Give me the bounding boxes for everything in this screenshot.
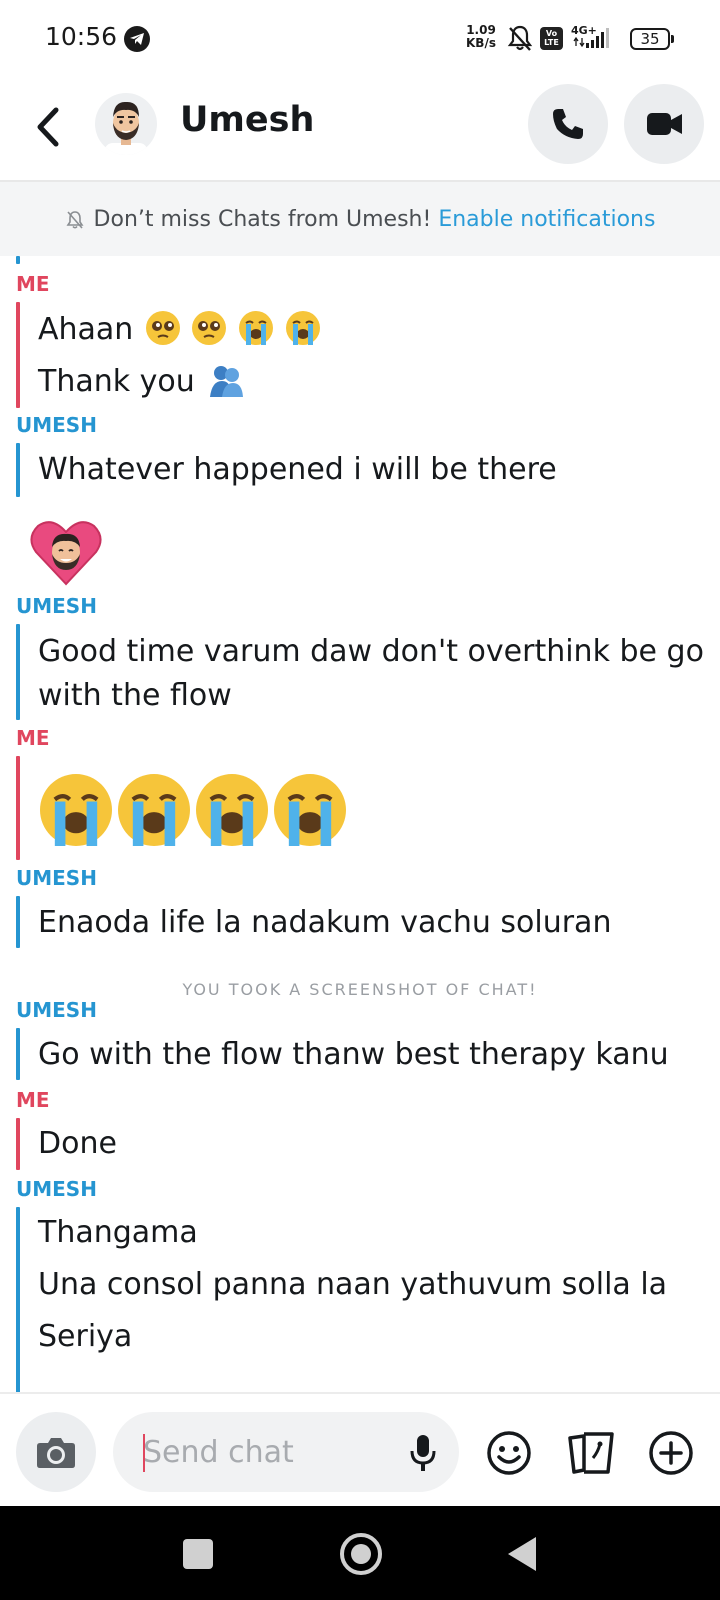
notification-banner: Don’t miss Chats from Umesh! Enable noti…	[0, 182, 720, 256]
crying-face-emoji	[196, 774, 268, 846]
message-bar	[16, 1118, 20, 1170]
emoji-button[interactable]	[486, 1430, 532, 1480]
video-call-button[interactable]	[624, 84, 704, 164]
notification-text: Don’t miss Chats from Umesh!	[93, 206, 432, 232]
cards-button[interactable]	[566, 1430, 616, 1480]
crying-face-emoji	[118, 774, 190, 846]
chat-message[interactable]: Done	[38, 1122, 117, 1166]
volte-icon: Vo LTE	[540, 27, 563, 50]
system-navigation-bar	[0, 1506, 720, 1600]
message-bar	[16, 256, 20, 264]
sender-label: UMESH	[16, 866, 97, 890]
chat-messages[interactable]: ME Ahaan Thank you UMESH Whatever happen…	[0, 256, 720, 1392]
signal-icon: 4G+	[571, 24, 621, 56]
camera-icon	[37, 1438, 75, 1468]
chat-message[interactable]: Thank you	[38, 360, 244, 410]
message-bar	[16, 443, 20, 497]
crying-face-emoji	[285, 311, 320, 345]
text-cursor	[143, 1434, 145, 1472]
sender-label: UMESH	[16, 413, 97, 437]
message-bar	[16, 1207, 20, 1392]
send-chat-input[interactable]	[113, 1412, 459, 1492]
chat-message[interactable]: Whatever happened i will be there	[38, 448, 557, 492]
pleading-face-emoji	[192, 311, 227, 345]
message-bar	[16, 756, 20, 860]
message-bar	[16, 302, 20, 408]
message-text: Good time varum daw don't overthink be g…	[38, 634, 704, 669]
message-bar	[16, 896, 20, 948]
bitmoji-heart-sticker[interactable]	[30, 518, 102, 586]
pleading-face-emoji	[145, 311, 180, 345]
message-text: Ahaan	[38, 312, 134, 347]
chat-message[interactable]: Una consol panna naan yathuvum solla la	[38, 1263, 667, 1307]
speed-value: 1.09	[466, 23, 496, 37]
cards-icon	[568, 1432, 614, 1474]
voice-call-button[interactable]	[528, 84, 608, 164]
home-button[interactable]	[340, 1533, 382, 1575]
microphone-icon	[410, 1435, 436, 1471]
status-bar: 10:56 1.09 KB/s Vo LTE 4G+ 35	[0, 0, 720, 78]
screenshot-notice: YOU TOOK A SCREENSHOT OF CHAT!	[182, 980, 538, 999]
network-type: 4G+	[571, 24, 597, 37]
crying-face-emoji	[274, 774, 346, 846]
telegram-icon	[124, 26, 150, 52]
sender-label: UMESH	[16, 1177, 97, 1201]
sender-label: ME	[16, 272, 50, 296]
chat-message[interactable]: Go with the flow thanw best therapy kanu	[38, 1033, 669, 1077]
back-nav-button[interactable]	[508, 1537, 536, 1571]
people-hugging-emoji	[208, 363, 244, 410]
message-text: with the flow	[38, 678, 232, 713]
bell-off-icon	[66, 211, 84, 229]
smiley-icon	[487, 1431, 531, 1475]
speed-unit: KB/s	[466, 36, 496, 50]
crying-face-emoji	[238, 311, 273, 345]
mute-icon	[506, 24, 534, 56]
back-button[interactable]	[30, 102, 70, 152]
back-arrow-icon	[37, 107, 59, 147]
chat-message[interactable]: Ahaan	[38, 308, 320, 352]
recent-apps-button[interactable]	[183, 1539, 213, 1569]
avatar[interactable]	[95, 93, 157, 155]
sender-label: ME	[16, 1088, 50, 1112]
more-button[interactable]	[648, 1430, 694, 1480]
sender-label: ME	[16, 726, 50, 750]
message-bar	[16, 624, 20, 720]
message-text: Thank you	[38, 364, 195, 399]
sender-label: UMESH	[16, 594, 97, 618]
phone-icon	[553, 109, 583, 139]
battery-icon: 35	[630, 28, 674, 50]
volte-bottom: LTE	[544, 38, 559, 47]
chat-message[interactable]: Thangama	[38, 1211, 198, 1255]
chat-message[interactable]	[40, 774, 352, 850]
enable-notifications-link[interactable]: Enable notifications	[438, 207, 655, 232]
camera-button[interactable]	[16, 1412, 96, 1492]
chat-header: Umesh	[0, 78, 720, 180]
chat-message[interactable]: Seriya	[38, 1315, 132, 1359]
chat-input-bar	[0, 1394, 720, 1506]
contact-name[interactable]: Umesh	[180, 100, 314, 140]
crying-face-emoji	[40, 774, 112, 846]
network-speed: 1.09 KB/s	[466, 24, 496, 50]
volte-top: Vo	[545, 29, 558, 38]
microphone-button[interactable]	[410, 1434, 436, 1476]
chat-message[interactable]: Good time varum daw don't overthink be g…	[38, 630, 704, 718]
status-time: 10:56	[45, 22, 118, 51]
video-camera-icon	[647, 113, 682, 135]
message-bar	[16, 1028, 20, 1080]
plus-icon	[649, 1431, 693, 1475]
chat-message[interactable]: Enaoda life la nadakum vachu soluran	[38, 901, 611, 945]
sender-label: UMESH	[16, 998, 97, 1022]
